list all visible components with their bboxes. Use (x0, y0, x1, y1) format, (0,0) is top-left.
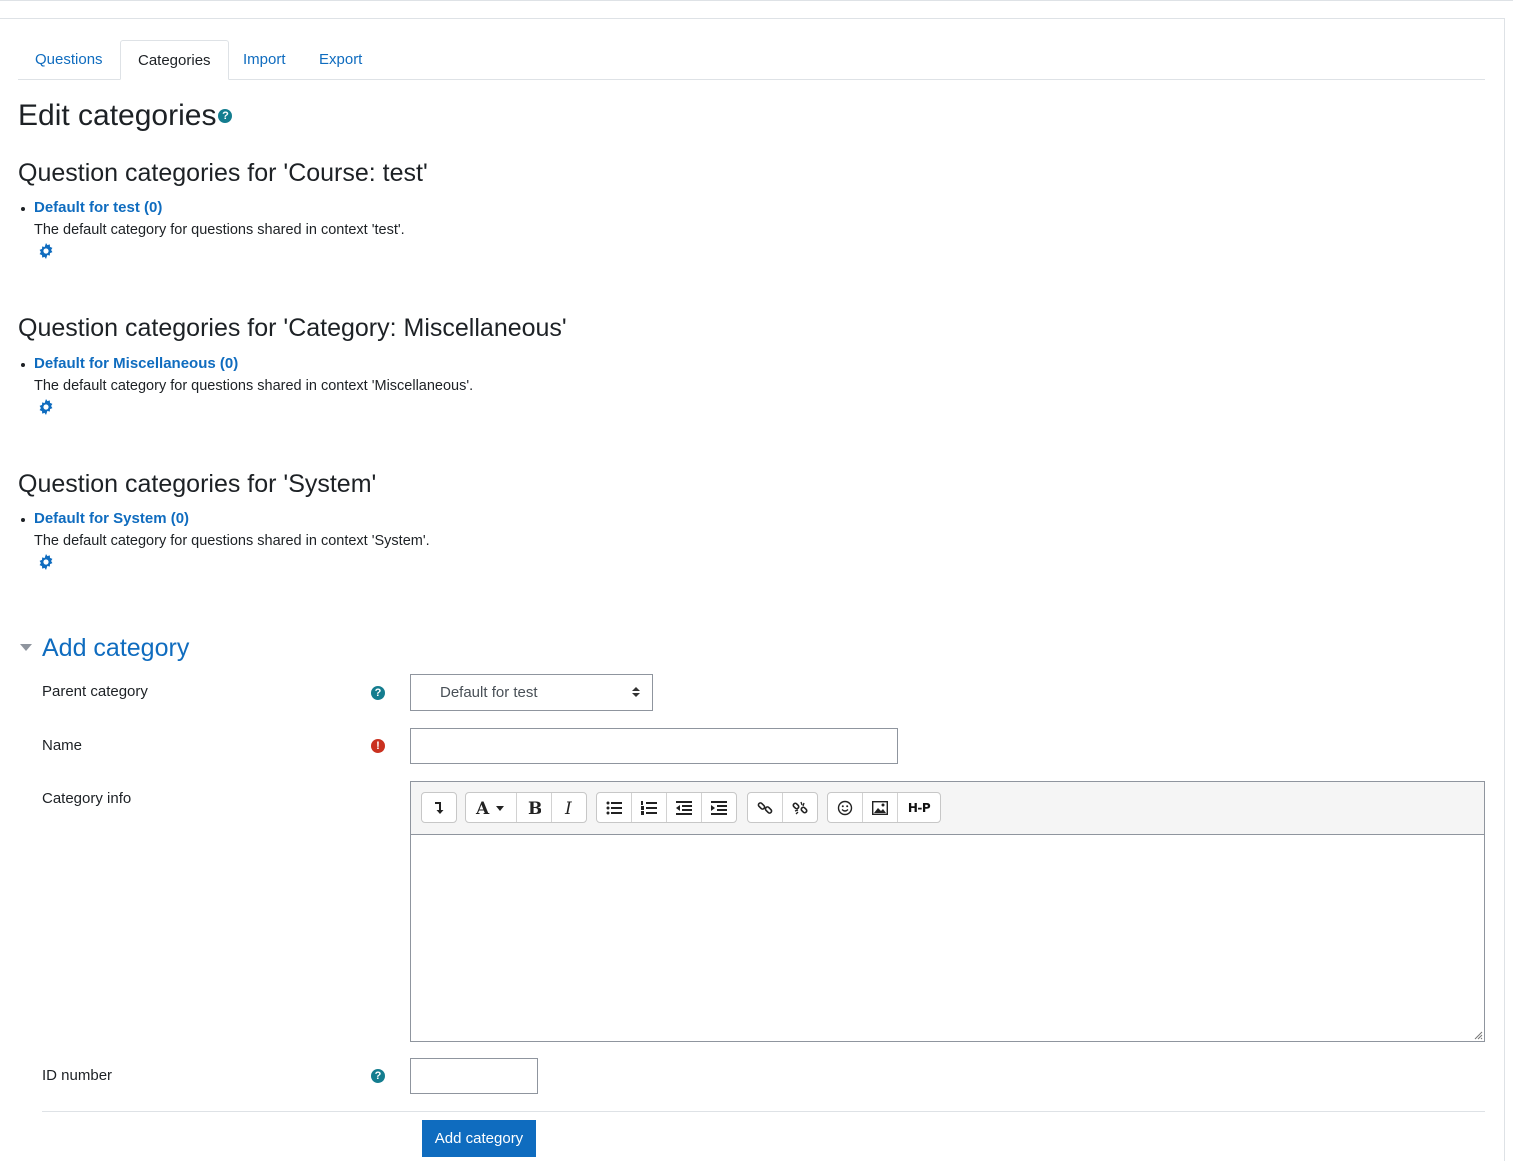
id-number-label: ID number (42, 1067, 113, 1084)
svg-text:A: A (475, 800, 490, 816)
link-icon (757, 801, 773, 814)
category-link[interactable]: Default for Miscellaneous (0) (18, 354, 473, 374)
smiley-icon (837, 800, 853, 815)
top-border (0, 0, 1513, 1)
bold-button[interactable]: B (517, 793, 552, 822)
add-category-toggle[interactable]: Add category (18, 633, 189, 663)
svg-text:B: B (528, 800, 541, 816)
parent-category-label: Parent category (42, 683, 148, 700)
context-heading-course: Question categories for 'Course: test' (18, 159, 428, 187)
parent-category-select[interactable]: Default for test (410, 674, 653, 711)
chevron-down-icon (20, 643, 32, 651)
category-description: The default category for questions share… (34, 378, 474, 394)
category-link[interactable]: Default for System (0) (18, 509, 430, 529)
help-icon[interactable]: ? (218, 109, 233, 124)
tab-export[interactable]: Export (302, 40, 379, 80)
image-icon (872, 800, 888, 815)
italic-button[interactable]: I (552, 793, 586, 822)
tab-categories[interactable]: Categories (120, 40, 229, 80)
category-description: The default category for questions share… (34, 222, 405, 238)
ordered-list-button[interactable] (632, 793, 667, 822)
category-info-editor: A B I H-P (410, 781, 1485, 1042)
outdent-button[interactable] (667, 793, 702, 822)
indent-icon (711, 800, 727, 815)
list-item: Default for System (0) The default categ… (18, 509, 430, 572)
form-divider (42, 1111, 1485, 1112)
toolbar-group-collapse (421, 792, 457, 823)
tab-questions[interactable]: Questions (18, 40, 120, 80)
name-label: Name (42, 737, 83, 754)
name-input[interactable] (410, 728, 898, 764)
link-button[interactable] (748, 793, 783, 822)
toolbar-group-style: A B I (465, 792, 587, 823)
italic-icon: I (564, 800, 572, 816)
gear-icon[interactable] (38, 399, 54, 415)
tab-import[interactable]: Import (226, 40, 303, 80)
editor-toolbar: A B I H-P (411, 782, 1484, 835)
category-info-label: Category info (42, 790, 132, 807)
list-item: Default for test (0) The default categor… (18, 198, 405, 261)
tab-bar: Questions Categories Import Export (18, 40, 1485, 80)
unlink-icon (792, 801, 808, 814)
list-item: Default for Miscellaneous (0) The defaul… (18, 354, 473, 417)
add-category-button[interactable]: Add category (422, 1120, 536, 1157)
select-arrows-icon (632, 687, 640, 697)
bullet-list-icon (606, 801, 622, 814)
toolbar-group-links (747, 792, 818, 823)
toolbar-group-lists (596, 792, 737, 823)
page-region: Questions Categories Import Export Edit … (0, 18, 1505, 1161)
category-description: The default category for questions share… (34, 533, 430, 549)
outdent-icon (676, 800, 692, 815)
font-style-icon: A (475, 800, 504, 816)
gear-icon[interactable] (38, 554, 54, 570)
unordered-list-button[interactable] (597, 793, 632, 822)
help-icon[interactable]: ? (371, 686, 385, 700)
help-icon[interactable]: ? (371, 1069, 385, 1083)
context-heading-system: Question categories for 'System' (18, 470, 377, 498)
show-more-buttons-button[interactable] (422, 793, 456, 822)
toolbar-group-media: H-P (827, 792, 941, 823)
unlink-button[interactable] (783, 793, 817, 822)
svg-text:I: I (564, 800, 572, 816)
emoticon-button[interactable] (828, 793, 863, 822)
indent-button[interactable] (702, 793, 736, 822)
required-icon: ! (371, 739, 385, 753)
image-button[interactable] (863, 793, 898, 822)
collapse-arrow-icon (435, 801, 444, 814)
context-heading-miscellaneous: Question categories for 'Category: Misce… (18, 314, 567, 342)
numbered-list-icon (641, 800, 657, 815)
paragraph-style-button[interactable]: A (466, 793, 517, 822)
gear-icon[interactable] (38, 243, 54, 259)
category-info-textarea[interactable] (411, 835, 1484, 1041)
h5p-button[interactable]: H-P (898, 793, 940, 822)
page-title: Edit categories? (18, 98, 233, 134)
id-number-input[interactable] (410, 1058, 538, 1094)
category-link[interactable]: Default for test (0) (18, 198, 405, 218)
bold-icon: B (528, 800, 541, 816)
resize-handle-icon[interactable] (1473, 1030, 1483, 1040)
